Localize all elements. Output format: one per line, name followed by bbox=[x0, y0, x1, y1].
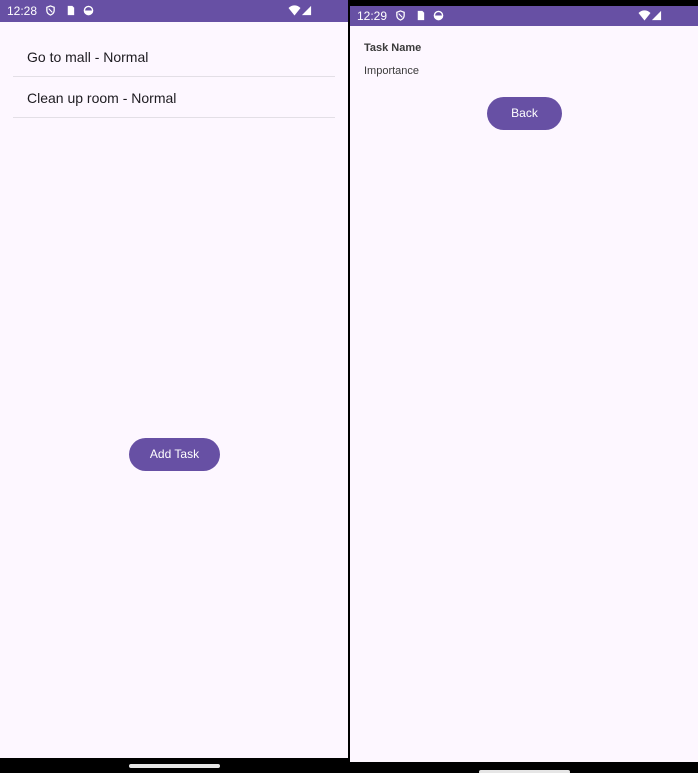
back-button[interactable]: Back bbox=[487, 97, 562, 130]
task-list-screen: 12:28 Go to mall - Normal Clean up room … bbox=[0, 0, 348, 773]
navigation-bar bbox=[350, 762, 698, 773]
task-item-label: Go to mall - Normal bbox=[27, 49, 149, 65]
task-detail-screen: 12:29 Task Name Importance Back bbox=[350, 0, 698, 773]
navigation-bar bbox=[0, 758, 348, 773]
wifi-icon bbox=[288, 5, 301, 16]
sim-card-icon bbox=[67, 5, 75, 16]
status-time: 12:29 bbox=[357, 9, 388, 23]
add-task-button[interactable]: Add Task bbox=[129, 438, 220, 471]
circle-status-icon bbox=[433, 10, 444, 21]
status-bar: 12:28 bbox=[0, 0, 348, 22]
cellular-signal-icon bbox=[301, 5, 312, 16]
task-list-item[interactable]: Go to mall - Normal bbox=[13, 37, 335, 77]
status-time: 12:28 bbox=[7, 4, 38, 18]
wifi-icon bbox=[638, 10, 651, 21]
sim-card-icon bbox=[417, 10, 425, 21]
cellular-signal-icon bbox=[651, 10, 662, 21]
task-name-label: Task Name bbox=[364, 42, 422, 54]
shield-icon bbox=[46, 5, 55, 16]
circle-status-icon bbox=[83, 5, 94, 16]
task-item-label: Clean up room - Normal bbox=[27, 90, 177, 106]
shield-icon bbox=[396, 10, 405, 21]
home-gesture-handle[interactable] bbox=[129, 764, 220, 768]
status-bar: 12:29 bbox=[350, 6, 698, 26]
importance-label: Importance bbox=[364, 65, 420, 77]
task-list-item[interactable]: Clean up room - Normal bbox=[13, 78, 335, 118]
